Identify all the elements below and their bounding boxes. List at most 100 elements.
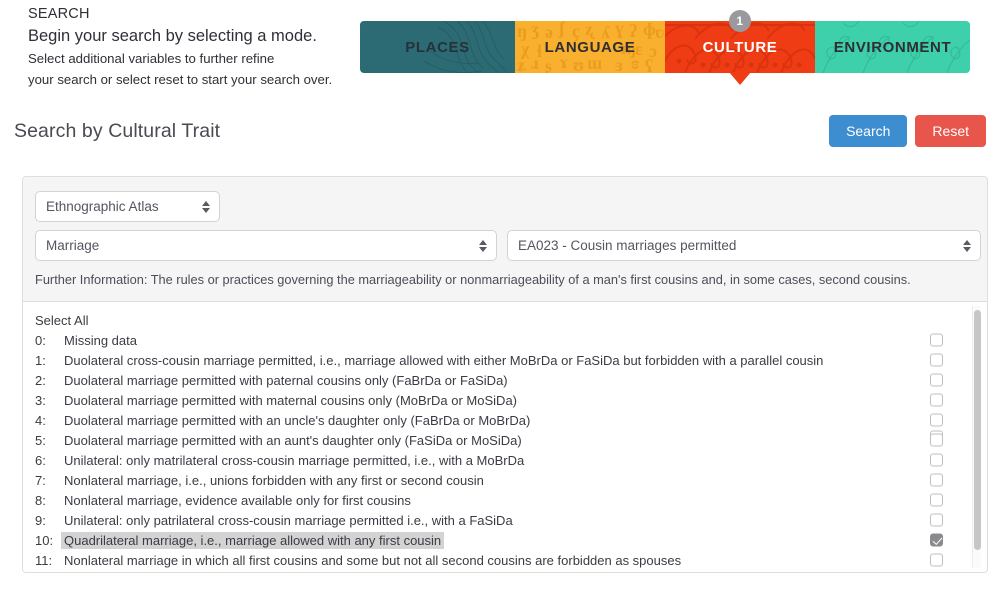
option-row[interactable]: 9: Unilateral: only patrilateral cross-co… <box>23 510 987 530</box>
option-label: Missing data <box>64 332 137 348</box>
option-label: Unilateral: only patrilateral cross-cous… <box>64 512 513 528</box>
option-label: Unilateral: only matrilateral cross-cous… <box>64 452 525 468</box>
option-checkbox[interactable] <box>930 453 943 467</box>
svg-text:ʋ: ʋ <box>655 22 665 42</box>
option-number: 7: <box>35 472 46 488</box>
page-header: SEARCH Begin your search by selecting a … <box>0 0 1000 112</box>
svg-text:ʕ: ʕ <box>645 56 654 73</box>
mode-tab-language[interactable]: ŋʒə ʃçʐ ʎɣʔ ɸʋ χɬɛ ɔɱ ʑɹʂ ɤʊɯ ɜɞʕ LANGUA… <box>515 21 665 73</box>
dataset-select[interactable]: Ethnographic Atlas <box>35 191 220 222</box>
search-lead: Begin your search by selecting a mode. <box>28 27 317 45</box>
page-title-row: Search by Cultural Trait Search Reset <box>0 112 1000 174</box>
option-label: Nonlateral marriage, evidence available … <box>64 492 411 508</box>
svg-text:ʊ: ʊ <box>573 55 585 73</box>
option-label: Duolateral marriage permitted with an un… <box>64 412 531 428</box>
options-scrollbar[interactable] <box>972 306 981 568</box>
mode-tab-culture-badge: 1 <box>729 10 751 32</box>
search-intro: SEARCH Begin your search by selecting a … <box>28 4 358 90</box>
mode-tab-language-label: LANGUAGE <box>544 38 636 56</box>
option-label: Duolateral cross-cousin marriage permitt… <box>64 352 824 368</box>
option-row[interactable]: 0: Missing data <box>23 330 987 350</box>
variable-select-value: EA023 - Cousin marriages permitted <box>518 238 737 253</box>
option-number: 9: <box>35 512 46 528</box>
option-number: 8: <box>35 492 46 508</box>
option-checkbox[interactable] <box>930 393 943 407</box>
active-tab-pointer-icon <box>729 72 751 85</box>
option-number: 0: <box>35 332 46 348</box>
option-row[interactable]: 3: Duolateral marriage permitted with mat… <box>23 390 987 410</box>
option-row[interactable]: 1: Duolateral cross-cousin marriage permi… <box>23 350 987 370</box>
mode-tab-culture[interactable]: CULTURE 1 <box>665 10 815 85</box>
svg-text:ɣ: ɣ <box>615 21 625 38</box>
variable-select[interactable]: EA023 - Cousin marriages permitted <box>507 230 981 261</box>
search-kicker: SEARCH <box>28 6 90 22</box>
option-label: Nonlateral marriage in which all first c… <box>64 552 682 568</box>
option-number: 3: <box>35 392 46 408</box>
svg-text:ʒ: ʒ <box>531 21 540 39</box>
option-checkbox[interactable] <box>930 353 943 367</box>
action-buttons: Search Reset <box>829 115 986 147</box>
option-row[interactable]: 10: Quadrilateral marriage, i.e., marriag… <box>23 530 987 550</box>
search-panel: Ethnographic Atlas Marriage EA023 - Cous… <box>22 176 988 573</box>
chevron-updown-icon <box>202 200 210 213</box>
option-row[interactable]: 7: Nonlateral marriage, i.e., unions forb… <box>23 470 987 490</box>
page-title: Search by Cultural Trait <box>14 120 221 142</box>
svg-text:ʐ: ʐ <box>585 21 595 39</box>
category-select-value: Marriage <box>46 238 100 253</box>
option-number: 1: <box>35 352 46 368</box>
svg-text:ɜ: ɜ <box>615 55 623 73</box>
category-select[interactable]: Marriage <box>35 230 497 261</box>
option-row[interactable]: 11: Nonlateral marriage in which all firs… <box>23 550 987 570</box>
options-scrollbar-thumb[interactable] <box>974 310 981 550</box>
chevron-updown-icon <box>963 239 971 252</box>
option-label: Quadrilateral marriage, i.e., marriage a… <box>61 531 445 549</box>
further-information-text: Further Information: The rules or practi… <box>35 272 911 287</box>
dataset-row: Ethnographic Atlas <box>35 191 975 222</box>
mode-tab-environment-label: ENVIRONMENT <box>833 38 952 56</box>
option-checkbox[interactable] <box>930 553 943 567</box>
option-number: 11: <box>35 552 53 568</box>
option-label: Nonlateral marriage, i.e., unions forbid… <box>64 472 484 488</box>
filter-controls: Ethnographic Atlas Marriage EA023 - Cous… <box>23 177 987 302</box>
option-checkbox[interactable] <box>930 413 943 427</box>
search-sub-line-2: your search or select reset to start you… <box>28 72 333 87</box>
option-row[interactable]: 6: Unilateral: only matrilateral cross-co… <box>23 450 987 470</box>
option-row[interactable]: 4: Duolateral marriage permitted with an … <box>23 410 987 430</box>
option-number: 10: <box>35 532 54 548</box>
svg-text:ɹ: ɹ <box>531 53 540 73</box>
option-number: 2: <box>35 372 46 388</box>
search-sub-line-1: Select additional variables to further r… <box>28 51 275 66</box>
mode-tab-places[interactable]: PLACES <box>360 21 515 73</box>
option-row[interactable]: 5: Duolateral marriage permitted with an … <box>23 430 987 450</box>
option-rows: 0: Missing data 1: Duolateral cross-cousin … <box>23 330 987 570</box>
svg-text:ʑ: ʑ <box>517 55 527 73</box>
mode-tab-environment[interactable]: ENVIRONMENT <box>815 21 970 73</box>
option-label: Duolateral marriage permitted with an au… <box>64 432 522 448</box>
option-row[interactable]: 2: Duolateral marriage permitted with pat… <box>23 370 987 390</box>
option-number: 5: <box>35 432 46 448</box>
category-variable-row: Marriage EA023 - Cousin marriages permit… <box>35 230 981 261</box>
option-checkbox[interactable] <box>930 493 943 507</box>
reset-button[interactable]: Reset <box>915 115 986 147</box>
select-all-row[interactable]: Select All <box>23 310 987 444</box>
options-list: Select All 0: Missing data 1: Duolateral cr… <box>23 302 987 572</box>
svg-text:ʃ: ʃ <box>558 21 566 38</box>
option-checkbox[interactable] <box>930 533 943 547</box>
option-checkbox[interactable] <box>930 473 943 487</box>
svg-text:ɯ: ɯ <box>587 53 603 73</box>
option-checkbox[interactable] <box>930 513 943 527</box>
option-label: Duolateral marriage permitted with mater… <box>64 392 518 408</box>
option-row[interactable]: 8: Nonlateral marriage, evidence availabl… <box>23 490 987 510</box>
option-label: Duolateral marriage permitted with pater… <box>64 372 508 388</box>
select-all-label: Select All <box>35 312 89 328</box>
option-checkbox[interactable] <box>930 433 943 447</box>
option-number: 6: <box>35 452 46 468</box>
mode-tabs: PLACES ŋʒə ʃçʐ ʎɣʔ ɸʋ χɬɛ ɔɱ ʑɹʂ ɤʊɯ ɜɞʕ… <box>360 10 970 85</box>
search-button[interactable]: Search <box>829 115 908 147</box>
mode-tab-places-label: PLACES <box>405 38 470 56</box>
option-checkbox[interactable] <box>930 373 943 387</box>
option-checkbox[interactable] <box>930 333 943 347</box>
svg-text:ɞ: ɞ <box>631 53 640 73</box>
svg-text:ŋ: ŋ <box>517 21 528 41</box>
option-number: 4: <box>35 412 46 428</box>
